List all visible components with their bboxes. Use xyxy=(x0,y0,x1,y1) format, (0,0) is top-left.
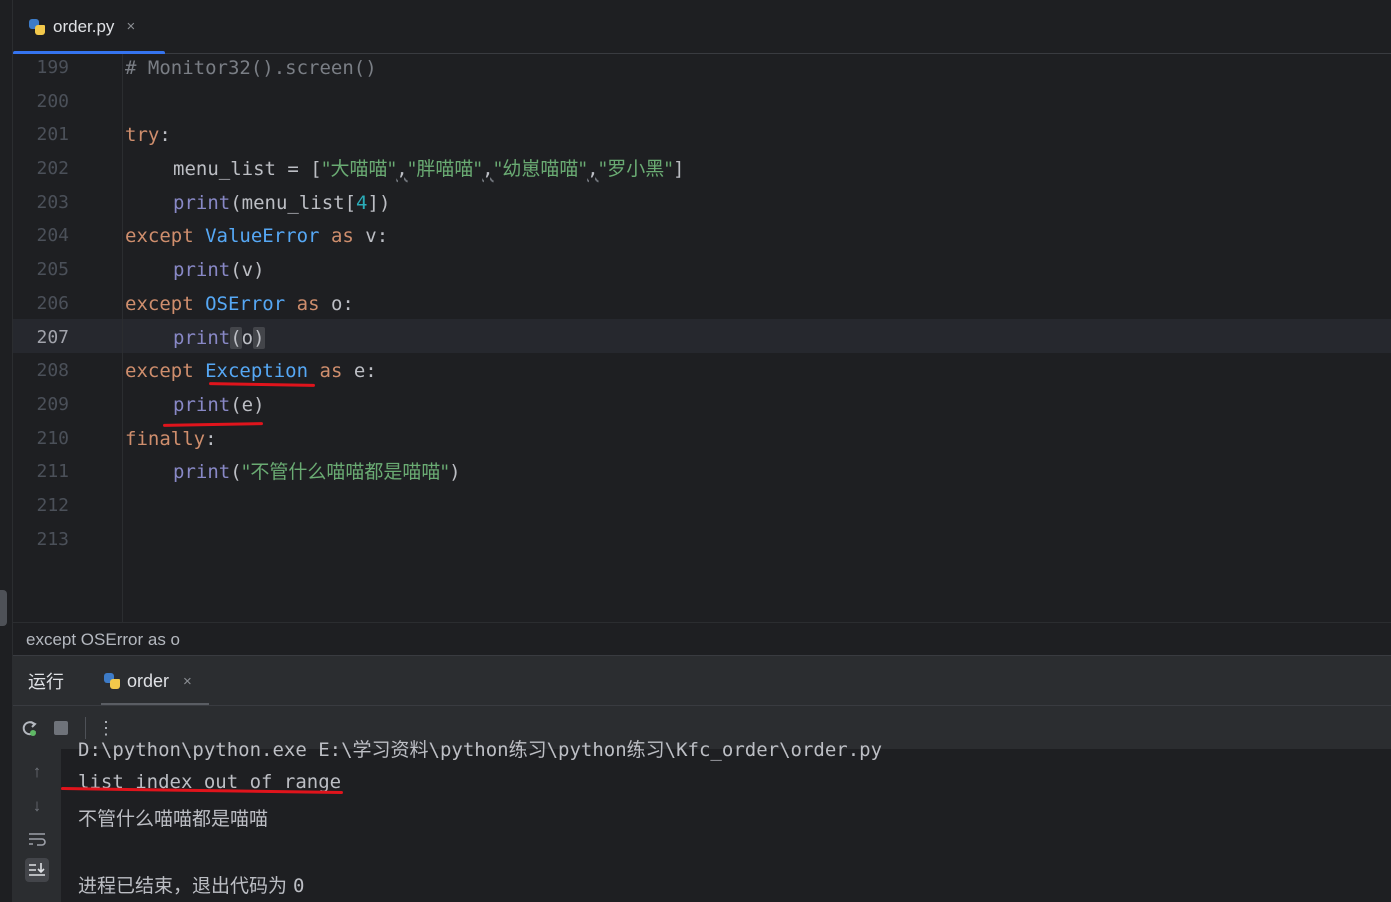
soft-wrap-icon[interactable] xyxy=(25,827,49,851)
line-number: 206 xyxy=(36,293,69,314)
keyword-try: try xyxy=(125,124,160,146)
tab-order-py[interactable]: order.py × xyxy=(13,0,165,55)
line-number: 210 xyxy=(36,428,69,449)
variable: v: xyxy=(353,225,389,247)
code-line-209: print(e) xyxy=(173,388,265,422)
variable: e: xyxy=(342,360,377,382)
exception-class: Exception xyxy=(205,360,309,382)
exit-code: 0 xyxy=(293,875,305,897)
variable: o xyxy=(241,327,254,349)
line-number-gutter: 199 200 201 202 203 204 205 206 207 208 … xyxy=(13,54,123,622)
code-editor[interactable]: 199 200 201 202 203 204 205 206 207 208 … xyxy=(13,54,1391,622)
code-line-206: except OSError as o: xyxy=(125,287,354,321)
line-number: 205 xyxy=(36,259,69,280)
code-line-210: finally: xyxy=(125,422,217,456)
python-file-icon xyxy=(104,673,120,689)
colon: : xyxy=(205,428,217,450)
line-number: 203 xyxy=(36,192,69,213)
string-literal: "罗小黑" xyxy=(598,158,674,180)
variable: o: xyxy=(319,293,354,315)
console-side-toolbar: ↑ ↓ xyxy=(13,749,61,902)
line-number: 200 xyxy=(36,91,69,112)
builtin-print: print xyxy=(173,259,231,281)
keyword-as: as xyxy=(296,293,320,315)
run-tab-order[interactable]: order × xyxy=(101,656,209,706)
comment: # Monitor32().screen() xyxy=(125,57,377,79)
line-number: 212 xyxy=(36,495,69,516)
builtin-print: print xyxy=(173,461,231,483)
assignment: menu_list = [ xyxy=(173,158,322,180)
panel-resize-handle[interactable] xyxy=(0,590,7,626)
close-icon[interactable]: × xyxy=(183,673,192,690)
keyword-as: as xyxy=(330,225,354,247)
code-line-205: print(v) xyxy=(173,253,265,287)
string-literal: "大喵喵" xyxy=(321,158,397,180)
line-number: 213 xyxy=(36,529,69,550)
run-panel-title: 运行 xyxy=(28,672,64,692)
stop-icon[interactable] xyxy=(54,721,68,735)
matched-paren: ( xyxy=(230,327,242,349)
code-line-201: try: xyxy=(125,118,171,152)
code-line-211: print("不管什么喵喵都是喵喵") xyxy=(173,455,461,489)
call-args: (v) xyxy=(230,259,265,281)
console-output-line: 不管什么喵喵都是喵喵 xyxy=(78,808,269,830)
arrow-up-icon[interactable]: ↑ xyxy=(25,760,49,784)
string-literal: "不管什么喵喵都是喵喵" xyxy=(241,461,450,483)
keyword-as: as xyxy=(319,360,343,382)
keyword-except: except xyxy=(125,225,194,247)
tab-label: order.py xyxy=(53,16,115,36)
exit-message: 进程已结束，退出代码为 xyxy=(78,875,294,897)
console-exit-line: 进程已结束，退出代码为 0 xyxy=(78,871,305,898)
left-tool-strip xyxy=(0,0,13,902)
matched-paren: ) xyxy=(253,327,265,349)
colon: : xyxy=(159,124,171,146)
code-line-199: # Monitor32().screen() xyxy=(125,51,377,85)
keyword-except: except xyxy=(125,293,194,315)
bracket: ] xyxy=(673,158,685,180)
scroll-to-end-icon[interactable] xyxy=(25,858,49,882)
line-number: 204 xyxy=(36,225,69,246)
python-file-icon xyxy=(29,18,45,35)
number-literal: 4 xyxy=(356,192,368,214)
run-tab-label: order xyxy=(127,670,170,691)
line-number: 202 xyxy=(36,158,69,179)
line-number: 208 xyxy=(36,360,69,381)
paren: ) xyxy=(449,461,461,483)
keyword-except: except xyxy=(125,360,194,382)
close-icon[interactable]: × xyxy=(126,18,135,35)
call-args: (menu_list[ xyxy=(230,192,357,214)
exception-class: OSError xyxy=(205,293,286,315)
keyword-finally: finally xyxy=(125,428,206,450)
line-number: 199 xyxy=(36,57,69,78)
line-number: 201 xyxy=(36,124,69,145)
comma: , xyxy=(396,158,408,180)
line-number: 209 xyxy=(36,394,69,415)
line-number: 211 xyxy=(36,461,69,482)
comma: , xyxy=(482,158,494,180)
code-line-203: print(menu_list[4]) xyxy=(173,186,390,220)
run-panel-header: 运行 order × xyxy=(13,655,1391,706)
comma: , xyxy=(587,158,599,180)
code-line-204: except ValueError as v: xyxy=(125,219,388,253)
line-number-active: 207 xyxy=(36,327,69,348)
breadcrumb[interactable]: except OSError as o xyxy=(13,622,1391,656)
code-line-207: print(o) xyxy=(173,321,265,355)
console-command-line: D:\python\python.exe E:\学习资料\python练习\py… xyxy=(78,739,883,761)
call-args: (e) xyxy=(230,394,265,416)
paren: ( xyxy=(230,461,242,483)
run-console[interactable]: ↑ ↓ D:\python\python.exe E:\学习资料\python练… xyxy=(13,739,1391,902)
builtin-print: print xyxy=(173,327,231,349)
editor-tab-bar: order.py × xyxy=(13,0,1391,55)
exception-class: ValueError xyxy=(205,225,320,247)
builtin-print: print xyxy=(173,192,231,214)
call-close: ]) xyxy=(367,192,391,214)
builtin-print: print xyxy=(173,394,231,416)
string-literal: "幼崽喵喵" xyxy=(493,158,588,180)
arrow-down-icon[interactable]: ↓ xyxy=(25,794,49,818)
code-line-202: menu_list = ["大喵喵","胖喵喵","幼崽喵喵","罗小黑"] xyxy=(173,152,684,186)
string-literal: "胖喵喵" xyxy=(407,158,483,180)
